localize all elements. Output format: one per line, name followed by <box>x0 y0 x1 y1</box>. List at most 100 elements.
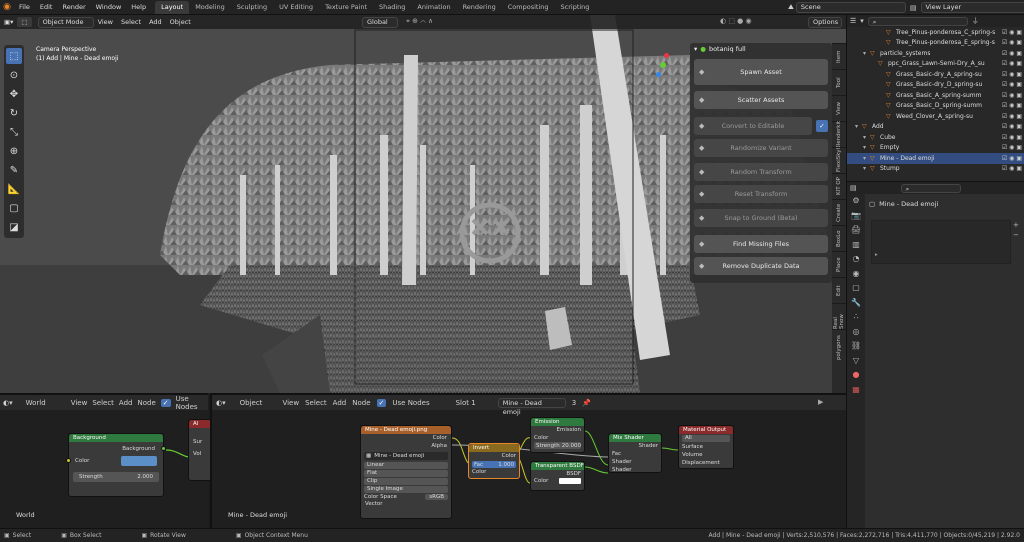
expand-icon[interactable]: ▾ <box>863 165 870 172</box>
transparent-color-swatch[interactable] <box>559 478 581 484</box>
gizmo[interactable] <box>654 53 674 77</box>
colorspace-select[interactable]: sRGB <box>425 494 448 500</box>
remove-slot-button[interactable]: − <box>1013 230 1019 240</box>
visibility-icons[interactable]: ☑ ◉ ▣ <box>1002 134 1022 141</box>
extra-tool-icon[interactable]: ◪ <box>6 219 22 235</box>
image-option-select[interactable]: Flat <box>364 470 448 477</box>
sidebar-tab-3[interactable]: Blenderkit <box>832 120 846 149</box>
tab-compositing[interactable]: Compositing <box>502 1 555 14</box>
mode-select[interactable]: Object Mode <box>37 16 94 28</box>
sidebar-tab-9[interactable]: Edit <box>832 277 846 303</box>
filter-icon[interactable]: ▾ <box>860 17 864 25</box>
botaniq-button-0[interactable]: ◆ Spawn Asset <box>694 59 828 85</box>
filter-popover-icon[interactable]: ⏚ <box>972 16 979 26</box>
outliner-row[interactable]: ▽ Tree_Pinus-ponderosa_C_spring-s ☑ ◉ ▣ <box>847 27 1024 38</box>
menu-select[interactable]: Select <box>117 17 145 27</box>
visibility-icons[interactable]: ☑ ◉ ▣ <box>1002 144 1022 151</box>
visibility-icons[interactable]: ☑ ◉ ▣ <box>1002 60 1022 67</box>
viewport-shading-icons[interactable]: ◐ ⬚ ● ◉ <box>720 17 752 25</box>
menu-view[interactable]: View <box>94 17 117 27</box>
editor-type-icon[interactable]: ▣▾ <box>0 17 17 27</box>
outliner-row[interactable]: ▾ ▽ Stump ☑ ◉ ▣ <box>847 164 1024 175</box>
material-props-icon[interactable]: ● <box>847 368 865 383</box>
outliner-row[interactable]: ▾ ▽ Mine - Dead emoji ☑ ◉ ▣ <box>847 153 1024 164</box>
visibility-icons[interactable]: ☑ ◉ ▣ <box>1002 113 1022 120</box>
shader-side-tabs[interactable]: ▶ <box>818 397 823 408</box>
view-layer-field[interactable]: View Layer <box>920 2 1024 13</box>
mix-shader-node[interactable]: Mix Shader Shader Fac Shader Shader <box>608 433 662 473</box>
emission-strength-value[interactable]: 20.000 <box>562 443 581 449</box>
sidebar-tab-8[interactable]: Place <box>832 251 846 277</box>
sidebar-tab-11[interactable]: polygons <box>832 329 846 365</box>
physics-props-icon[interactable]: ◎ <box>847 325 865 340</box>
3d-viewport[interactable]: ▣▾ ⬚ Object Mode View Select Add Object … <box>0 15 846 393</box>
options-button[interactable]: Options <box>808 16 842 28</box>
menu-help[interactable]: Help <box>126 0 151 15</box>
visibility-icons[interactable]: ☑ ◉ ▣ <box>1002 39 1022 46</box>
sidebar-tab-5[interactable]: KIT OP <box>832 173 846 199</box>
visibility-icons[interactable]: ☑ ◉ ▣ <box>1002 50 1022 57</box>
constraints-props-icon[interactable]: ⛓ <box>847 339 865 354</box>
botaniq-button-3[interactable]: ◆ Randomize Variant <box>694 139 828 157</box>
menu-object[interactable]: Object <box>166 17 195 27</box>
add-slot-button[interactable]: + <box>1013 220 1019 230</box>
outliner-row[interactable]: ▽ Weed_Clover_A_spring-su ☑ ◉ ▣ <box>847 111 1024 122</box>
output-target-select[interactable]: All <box>682 435 730 442</box>
sidebar-tab-1[interactable]: Tool <box>832 69 846 95</box>
outliner-row[interactable]: ▽ Grass_Basic-dry_D_spring-su ☑ ◉ ▣ <box>847 80 1024 91</box>
outliner-row[interactable]: ▾ ▽ Empty ☑ ◉ ▣ <box>847 143 1024 154</box>
visibility-icons[interactable]: ☑ ◉ ▣ <box>1002 29 1022 36</box>
tab-animation[interactable]: Animation <box>411 1 456 14</box>
shader-node-editor[interactable]: ◐▾ Object View Select Add Node ✓ Use Nod… <box>210 393 846 528</box>
visibility-icons[interactable]: ☑ ◉ ▣ <box>1002 123 1022 130</box>
expand-icon[interactable]: ▾ <box>855 123 862 130</box>
botaniq-button-8[interactable]: ◆ Remove Duplicate Data <box>694 257 828 275</box>
tab-texture-paint[interactable]: Texture Paint <box>319 1 373 14</box>
outliner-row[interactable]: ▽ Tree_Pinus-ponderosa_E_spring-s ☑ ◉ ▣ <box>847 38 1024 49</box>
annotate-tool-icon[interactable]: ✎ <box>6 162 22 178</box>
transparent-bsdf-node[interactable]: Transparent BSDF BSDF Color <box>530 461 585 491</box>
visibility-icons[interactable]: ☑ ◉ ▣ <box>1002 81 1022 88</box>
expand-icon[interactable]: ▾ <box>863 155 870 162</box>
rotate-tool-icon[interactable]: ↻ <box>6 105 22 121</box>
visibility-icons[interactable]: ☑ ◉ ▣ <box>1002 165 1022 172</box>
menu-edit[interactable]: Edit <box>35 0 58 15</box>
botaniq-button-4[interactable]: ◆ Random Transform <box>694 163 828 181</box>
outliner-row[interactable]: ▽ Grass_Basic_D_spring-summ ☑ ◉ ▣ <box>847 101 1024 112</box>
tab-rendering[interactable]: Rendering <box>457 1 502 14</box>
scene-props-icon[interactable]: ◔ <box>847 252 865 267</box>
visibility-icons[interactable]: ☑ ◉ ▣ <box>1002 155 1022 162</box>
image-option-select[interactable]: Linear <box>364 462 448 469</box>
outliner-row[interactable]: ▾ ▽ particle_systems ☑ ◉ ▣ <box>847 48 1024 59</box>
measure-tool-icon[interactable]: 📐 <box>6 181 22 197</box>
editor-type-icon[interactable]: ▤ <box>850 184 857 192</box>
texture-props-icon[interactable]: ▦ <box>847 383 865 398</box>
transform-tool-icon[interactable]: ⊕ <box>6 143 22 159</box>
sidebar-tab-10[interactable]: Real Snow <box>832 303 846 329</box>
image-name-field[interactable]: Mine - Dead emoji <box>374 453 424 459</box>
select-box-icon[interactable]: ⬚ <box>17 17 32 27</box>
render-props-icon[interactable]: 📷 <box>847 209 865 224</box>
tab-modeling[interactable]: Modeling <box>189 1 231 14</box>
visibility-icons[interactable]: ☑ ◉ ▣ <box>1002 92 1022 99</box>
menu-file[interactable]: File <box>14 0 35 15</box>
sidebar-tab-2[interactable]: View <box>832 95 846 121</box>
object-props-icon[interactable]: ▢ <box>847 281 865 296</box>
menu-render[interactable]: Render <box>57 0 90 15</box>
move-tool-icon[interactable]: ✥ <box>6 86 22 102</box>
outliner-row[interactable]: ▽ ppc_Grass_Lawn-Semi-Dry_A_su ☑ ◉ ▣ <box>847 59 1024 70</box>
particles-props-icon[interactable]: ∴ <box>847 310 865 325</box>
visibility-icons[interactable]: ☑ ◉ ▣ <box>1002 71 1022 78</box>
expand-icon[interactable]: ▾ <box>863 144 870 151</box>
editor-type-icon[interactable]: ☰ <box>850 17 856 25</box>
menu-add[interactable]: Add <box>145 17 166 27</box>
botaniq-button-6[interactable]: ◆ Snap to Ground (Beta) <box>694 209 828 227</box>
botaniq-button-5[interactable]: ◆ Reset Transform <box>694 185 828 203</box>
botaniq-button-7[interactable]: ◆ Find Missing Files <box>694 235 828 253</box>
fac-value[interactable]: 1.000 <box>498 462 514 468</box>
tab-uv-editing[interactable]: UV Editing <box>273 1 319 14</box>
material-slots-list[interactable] <box>871 220 1011 264</box>
output-props-icon[interactable]: 🖨 <box>847 223 865 238</box>
tab-sculpting[interactable]: Sculpting <box>231 1 273 14</box>
add-cube-tool-icon[interactable]: ▢ <box>6 200 22 216</box>
